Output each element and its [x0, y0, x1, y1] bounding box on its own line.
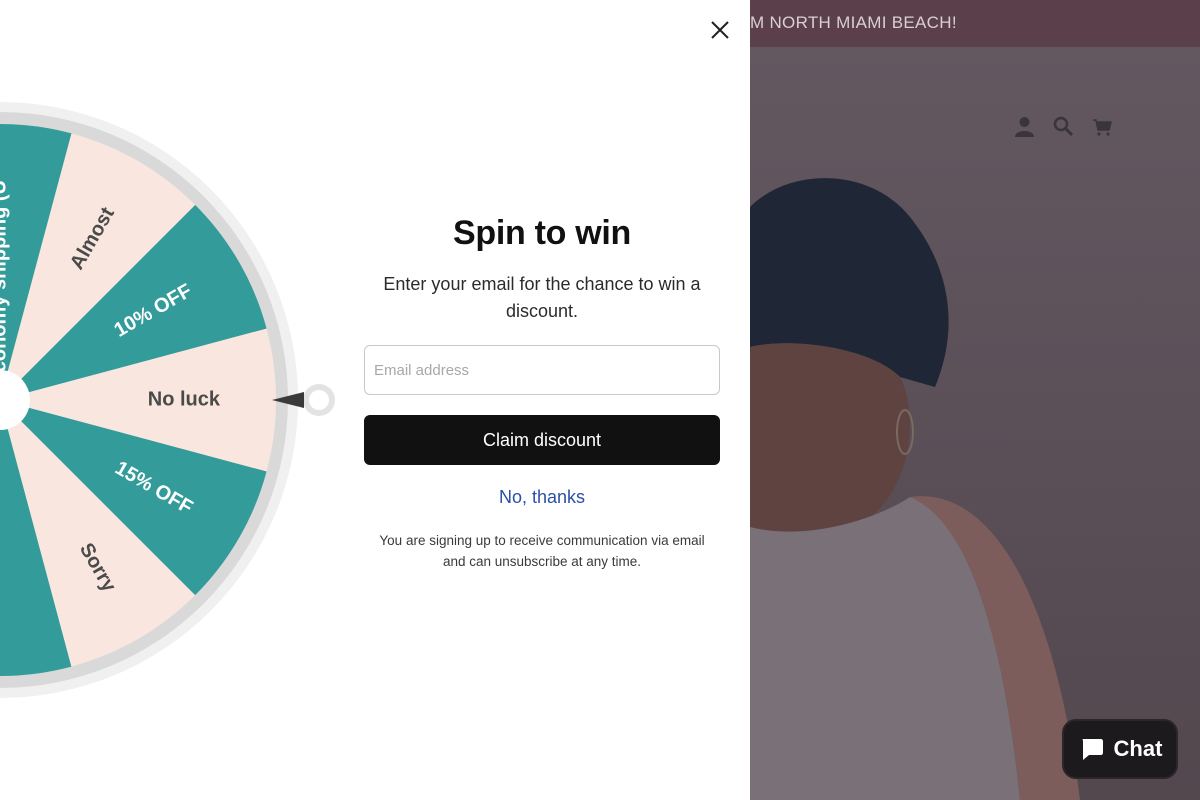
announcement-text: M NORTH MIAMI BEACH! [750, 13, 957, 32]
email-field[interactable] [364, 345, 720, 395]
wheel-pointer [272, 384, 335, 416]
wheel-segment-label: No luck [148, 388, 221, 410]
signup-form: Spin to win Enter your email for the cha… [364, 210, 720, 572]
spin-to-win-modal: 10% OFFAlmostFree Economy shipping (USor… [0, 0, 750, 800]
close-icon[interactable] [708, 18, 732, 42]
chat-label: Chat [1113, 736, 1163, 761]
prize-wheel: 10% OFFAlmostFree Economy shipping (USor… [0, 100, 300, 700]
header-icons [1014, 116, 1113, 137]
claim-discount-button[interactable]: Claim discount [364, 415, 720, 465]
search-icon[interactable] [1053, 116, 1074, 137]
no-thanks-link[interactable]: No, thanks [364, 487, 720, 508]
disclaimer-text: You are signing up to receive communicat… [379, 533, 705, 569]
chat-bubble-icon [1082, 739, 1103, 760]
modal-subtitle: Enter your email for the chance to win a… [383, 274, 701, 321]
cart-icon[interactable] [1092, 116, 1113, 137]
modal-title: Spin to win [452, 214, 631, 252]
hero-photo [750, 47, 1200, 800]
account-icon[interactable] [1014, 116, 1035, 137]
chat-button[interactable]: Chat [1062, 719, 1178, 779]
